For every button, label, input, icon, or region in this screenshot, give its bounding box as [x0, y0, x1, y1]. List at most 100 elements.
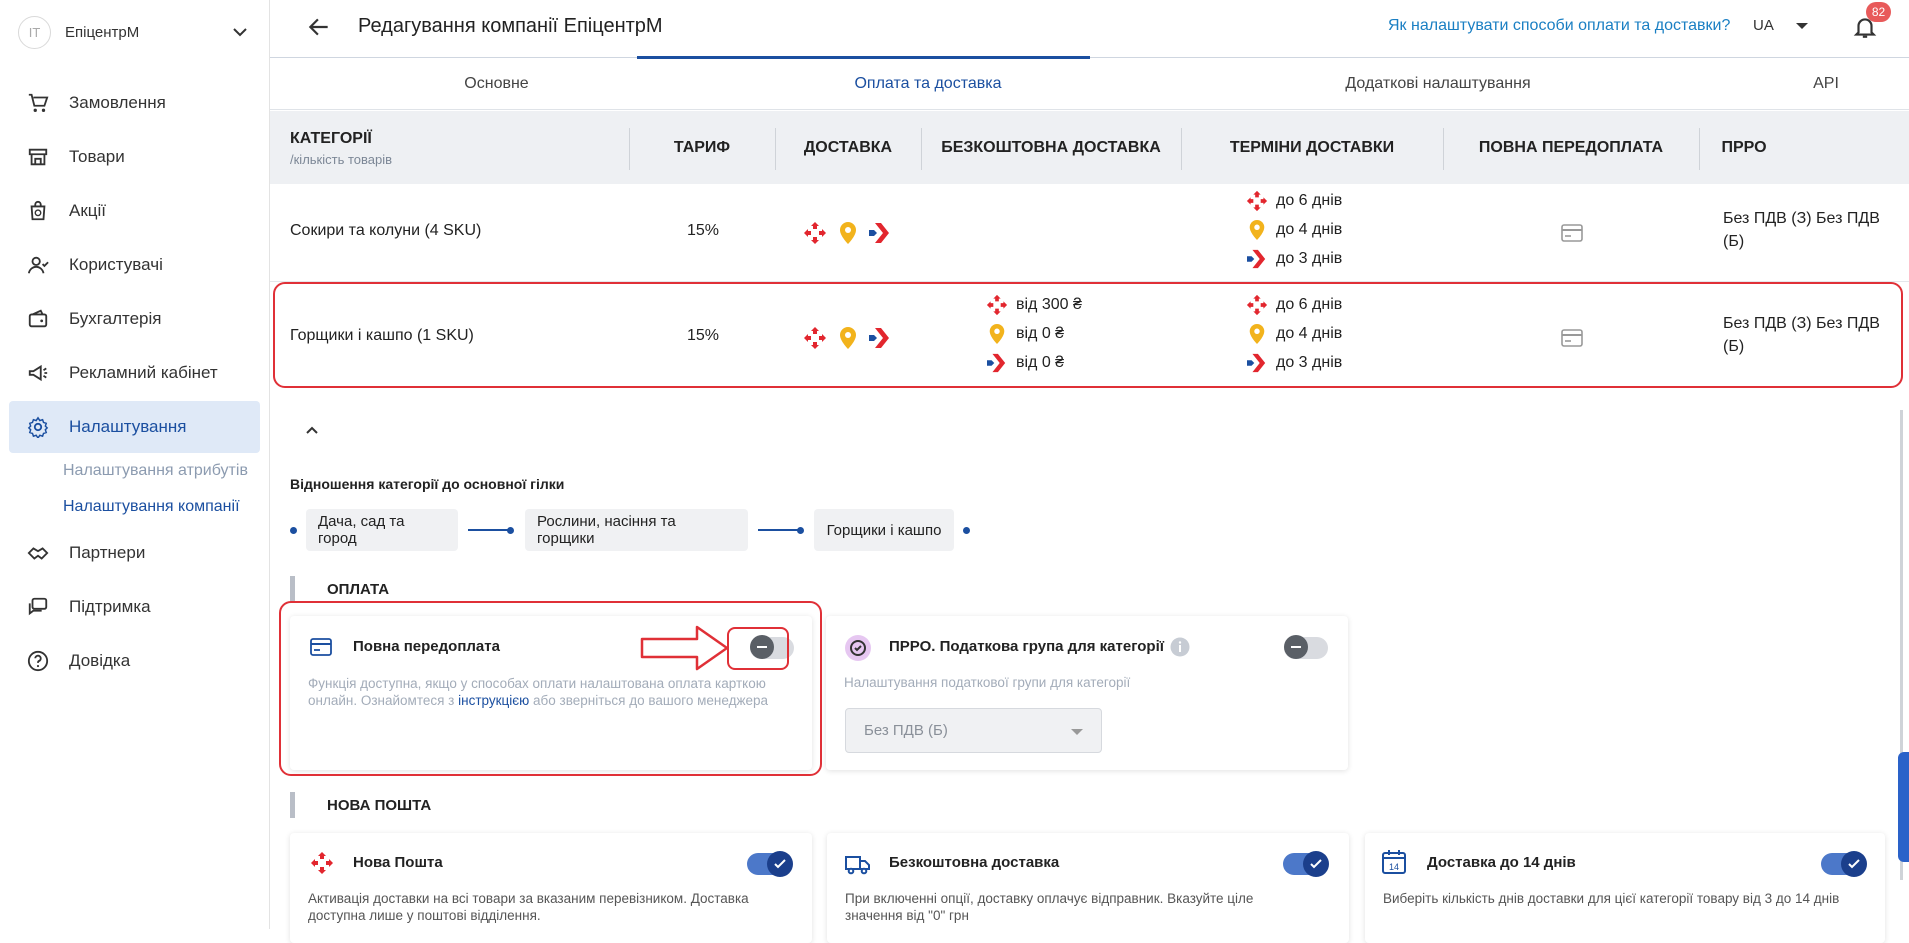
- receipt-check-icon: [845, 635, 871, 661]
- header-delivery: ДОСТАВКА: [803, 138, 893, 156]
- nova-poshta-toggle[interactable]: [747, 851, 793, 877]
- promo-bag-icon: [26, 199, 50, 223]
- card-description: При включенні опції, доставку оплачує ві…: [845, 891, 1254, 923]
- table-row: Сокири та колуни (4 SKU) 15% до 6 днів д…: [270, 184, 1909, 282]
- subitem-company-settings[interactable]: Налаштування компанії: [63, 498, 240, 516]
- header-category: КАТЕГОРІЇ /кількість товарів: [290, 130, 392, 167]
- sidebar-item-orders[interactable]: Замовлення: [9, 77, 260, 129]
- sidebar-item-label: Підтримка: [69, 597, 151, 616]
- sidebar-item-help[interactable]: Довідка: [9, 635, 260, 687]
- sidebar-item-label: Товари: [69, 147, 125, 166]
- gear-icon: [26, 415, 50, 439]
- card-title: Безкоштовна доставка: [889, 854, 1060, 871]
- chevron-up-icon[interactable]: [302, 420, 322, 440]
- term-line: до 6 днів: [1246, 188, 1342, 214]
- category-chip: Дача, сад та город: [306, 509, 458, 551]
- cart-icon: [26, 91, 50, 115]
- sidebar-item-label: Акції: [69, 201, 107, 220]
- section-title-nova-poshta: НОВА ПОШТА: [290, 792, 431, 818]
- support-chat-icon: [26, 595, 50, 619]
- row-category: Сокири та колуни (4 SKU): [290, 222, 482, 239]
- header-category-title: КАТЕГОРІЇ: [290, 130, 372, 147]
- page-title: Редагування компанії ЕпіцентрМ: [358, 15, 663, 37]
- sidebar-item-label: Рекламний кабінет: [69, 363, 218, 382]
- category-chip: Рослини, насіння та горщики: [525, 509, 748, 551]
- header-tariff: ТАРИФ: [673, 138, 731, 156]
- category-chip: Горщики і кашпо: [814, 509, 954, 551]
- delivery-14-days-toggle[interactable]: [1821, 851, 1867, 877]
- sidebar-item-products[interactable]: Товари: [9, 131, 260, 183]
- path-dot: [290, 527, 297, 534]
- header-prro: ПРРО: [1721, 138, 1767, 156]
- sidebar-item-ads[interactable]: Рекламний кабінет: [9, 347, 260, 399]
- term-line: до 4 днів: [1246, 217, 1342, 243]
- subitem-attribute-settings[interactable]: Налаштування атрибутів: [63, 462, 248, 480]
- nova-poshta-icon: [311, 852, 333, 874]
- sidebar-item-label: Партнери: [69, 543, 146, 562]
- company-name: ЕпіцентрМ: [65, 23, 140, 41]
- prro-toggle[interactable]: [1284, 635, 1328, 659]
- delivery-icons: [803, 221, 891, 245]
- avatar: IT: [18, 15, 51, 49]
- path-connector: [468, 529, 508, 531]
- header-full-prepay: ПОВНА ПЕРЕДОПЛАТА: [1478, 138, 1664, 156]
- tab-api[interactable]: API: [1743, 58, 1909, 110]
- path-dot: [507, 527, 514, 534]
- sidebar-item-label: Налаштування: [69, 417, 187, 436]
- tab-additional-settings[interactable]: Додаткові налаштування: [1133, 58, 1743, 110]
- carrier-arrow-icon: [869, 223, 889, 243]
- sidebar-item-partners[interactable]: Партнери: [9, 527, 260, 579]
- sidebar-item-label: Замовлення: [69, 93, 166, 112]
- highlight-card-outline: [279, 601, 822, 776]
- free-delivery-toggle[interactable]: [1283, 851, 1329, 877]
- sidebar-item-users[interactable]: Користувачі: [9, 239, 260, 291]
- nova-poshta-icon: [1246, 190, 1268, 212]
- path-dot: [797, 527, 804, 534]
- tax-group-select[interactable]: Без ПДВ (Б): [845, 708, 1102, 753]
- help-circle-icon: [26, 649, 50, 673]
- select-value: Без ПДВ (Б): [864, 722, 948, 739]
- caret-down-icon: [1795, 22, 1808, 29]
- calendar-icon: 14: [1382, 850, 1406, 874]
- tab-payment-delivery[interactable]: Оплата та доставка: [723, 58, 1133, 110]
- help-link[interactable]: Як налаштувати способи оплати та доставк…: [1388, 17, 1730, 35]
- check-icon: [1303, 851, 1329, 877]
- check-icon: [1841, 851, 1867, 877]
- sidebar-item-support[interactable]: Підтримка: [9, 581, 260, 633]
- page-header: Редагування компанії ЕпіцентрМ Як налашт…: [270, 0, 1909, 58]
- active-tab-indicator: [637, 56, 1090, 59]
- language-select[interactable]: UA: [1753, 17, 1808, 34]
- card-title: Доставка до 14 днів: [1427, 854, 1576, 871]
- card-description: Налаштування податкової групи для катего…: [844, 675, 1131, 690]
- tab-main[interactable]: Основне: [270, 58, 723, 110]
- sidebar-item-settings[interactable]: Налаштування: [9, 401, 260, 453]
- term-value: до 6 днів: [1276, 192, 1343, 209]
- sidebar-item-label: Довідка: [69, 651, 131, 670]
- sidebar: IT ЕпіцентрМ Замовлення Товари Акції Кор…: [0, 0, 270, 929]
- sidebar-item-accounting[interactable]: Бухгалтерія: [9, 293, 260, 345]
- header-category-subtitle: /кількість товарів: [290, 152, 393, 167]
- back-arrow-icon[interactable]: [306, 14, 332, 40]
- chevron-down-icon[interactable]: [230, 22, 250, 42]
- company-switcher[interactable]: IT ЕпіцентрМ: [18, 14, 250, 50]
- sidebar-item-promos[interactable]: Акції: [9, 185, 260, 237]
- language-label: UA: [1753, 17, 1774, 34]
- path-dot: [963, 527, 970, 534]
- pin-icon: [840, 222, 856, 244]
- toggle-knob: [1284, 635, 1308, 659]
- floating-side-button[interactable]: [1898, 752, 1909, 862]
- nova-poshta-icon: [804, 222, 826, 244]
- card-title: ПРРО. Податкова група для категорії: [889, 638, 1164, 655]
- term-line: до 3 днів: [1246, 246, 1342, 272]
- info-icon[interactable]: [1170, 637, 1190, 657]
- row-tariff: 15%: [687, 222, 720, 239]
- delivery-14-days-card: 14 Доставка до 14 днів Виберіть кількіст…: [1365, 833, 1885, 943]
- sidebar-item-label: Бухгалтерія: [69, 309, 162, 328]
- calendar-number: 14: [1389, 862, 1399, 872]
- check-icon: [767, 851, 793, 877]
- card-description: Виберіть кількість днів доставки для ціє…: [1383, 891, 1840, 906]
- notification-badge: 82: [1866, 2, 1891, 22]
- pin-icon: [1246, 219, 1268, 241]
- card-description: Активація доставки на всі товари за вказ…: [308, 891, 749, 923]
- table-header: КАТЕГОРІЇ /кількість товарів ТАРИФ ДОСТА…: [270, 111, 1909, 184]
